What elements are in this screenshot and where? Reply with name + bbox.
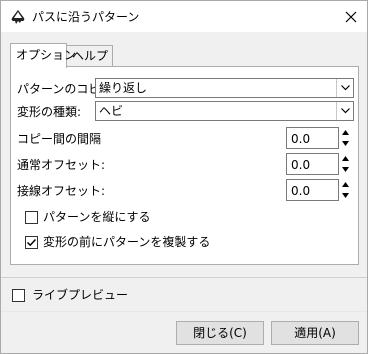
copy-value: 繰り返し: [99, 81, 148, 95]
spacing-spinbox[interactable]: 0.0: [286, 127, 354, 149]
normal-offset-input[interactable]: 0.0: [286, 153, 339, 175]
duplicate-checkbox[interactable]: [25, 236, 38, 249]
close-button[interactable]: 閉じる(C): [176, 321, 264, 345]
chevron-down-icon[interactable]: [336, 79, 353, 97]
apply-button-label: 適用(A): [294, 326, 336, 340]
tangent-offset-value: 0.0: [291, 184, 311, 198]
normal-offset-value: 0.0: [291, 158, 311, 172]
checkmark-icon: [26, 238, 37, 247]
dialog-window: パスに沿うパターン オプション ヘルプ パターンのコピー: 繰り返し 変形の種類…: [0, 0, 368, 354]
close-icon[interactable]: [335, 1, 367, 32]
vertical-checkbox[interactable]: [25, 211, 38, 224]
tab-options[interactable]: オプション: [10, 43, 76, 68]
spacing-value: 0.0: [291, 132, 311, 146]
spin-up-icon[interactable]: [339, 179, 352, 190]
apply-button[interactable]: 適用(A): [271, 321, 359, 345]
tangent-offset-input[interactable]: 0.0: [286, 179, 339, 201]
inkscape-app-icon: [10, 9, 26, 25]
chevron-down-icon[interactable]: [336, 102, 353, 120]
divider: [1, 277, 367, 278]
live-preview-label: ライブプレビュー: [32, 288, 129, 302]
spacing-label: コピー間の間隔: [17, 132, 102, 146]
options-panel: パターンのコピー: 繰り返し 変形の種類: ヘビ コピー間の間隔 0.0 通常オ…: [10, 66, 359, 265]
live-preview-checkbox[interactable]: [12, 289, 25, 302]
window-title: パスに沿うパターン: [32, 10, 140, 24]
spin-up-icon[interactable]: [339, 127, 352, 138]
tangent-offset-label: 接線オフセット:: [17, 184, 106, 198]
spin-down-icon[interactable]: [339, 164, 352, 175]
duplicate-label: 変形の前にパターンを複製する: [43, 235, 211, 249]
divider: [1, 311, 367, 312]
copy-select[interactable]: 繰り返し: [95, 78, 354, 98]
tab-help-label: ヘルプ: [72, 49, 109, 63]
normal-offset-spinbox[interactable]: 0.0: [286, 153, 354, 175]
spin-up-icon[interactable]: [339, 153, 352, 164]
normal-offset-label: 通常オフセット:: [17, 158, 106, 172]
deform-label: 変形の種類:: [17, 105, 82, 119]
spin-down-icon[interactable]: [339, 190, 352, 201]
spacing-input[interactable]: 0.0: [286, 127, 339, 149]
deform-select[interactable]: ヘビ: [95, 101, 354, 121]
close-button-label: 閉じる(C): [193, 326, 247, 340]
title-bar: パスに沿うパターン: [1, 1, 367, 32]
vertical-label: パターンを縦にする: [43, 210, 151, 224]
spin-down-icon[interactable]: [339, 138, 352, 149]
tangent-offset-spinbox[interactable]: 0.0: [286, 179, 354, 201]
deform-value: ヘビ: [99, 104, 124, 118]
tab-options-label: オプション: [16, 48, 77, 62]
